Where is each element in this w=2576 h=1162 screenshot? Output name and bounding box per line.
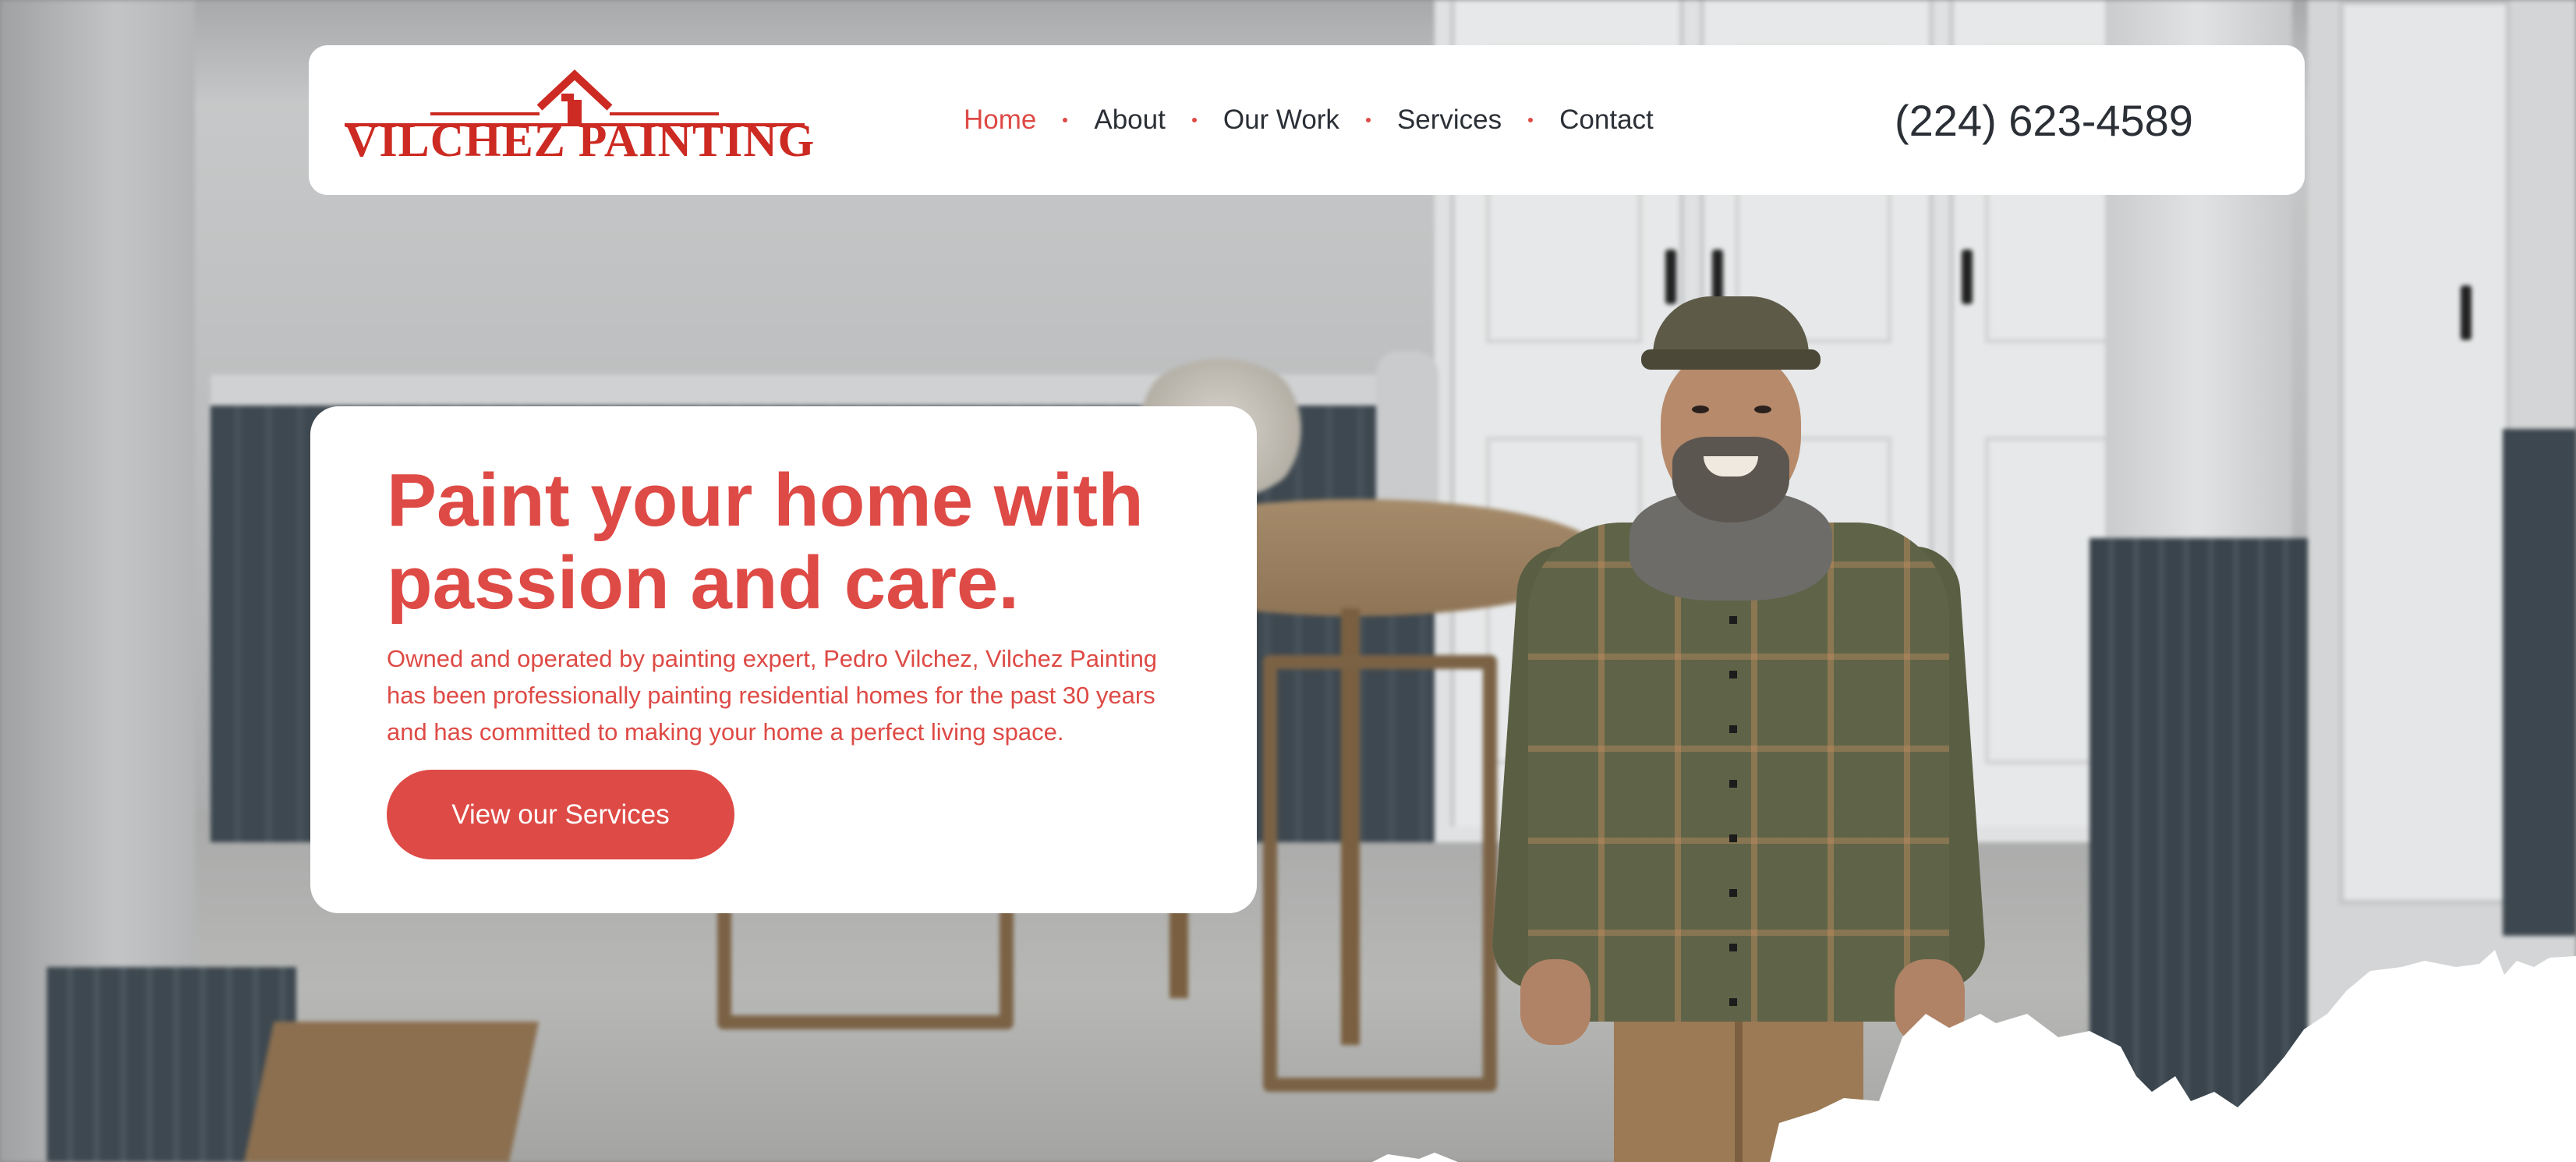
hero-title: Paint your home with passion and care. — [387, 459, 1144, 625]
site-header: VILCHEZ PAINTING Home About Our Work Ser… — [309, 45, 2305, 195]
dot-icon — [1063, 118, 1068, 122]
painter-photo — [1489, 289, 1988, 1162]
hero-description: Owned and operated by painting expert, P… — [387, 645, 1158, 746]
chair — [1263, 655, 1497, 1092]
nav-home[interactable]: Home — [964, 105, 1036, 136]
beard — [1672, 437, 1789, 523]
logo[interactable]: VILCHEZ PAINTING — [345, 69, 816, 170]
door — [2339, 0, 2511, 905]
hand — [1895, 959, 1965, 1045]
phone-number-link[interactable]: (224) 623-4589 — [1895, 45, 2193, 195]
eye — [1692, 406, 1709, 413]
dot-icon — [1528, 118, 1534, 122]
logo-text: VILCHEZ PAINTING — [345, 115, 816, 166]
dot-icon — [1191, 118, 1197, 122]
nav-our-work[interactable]: Our Work — [1223, 105, 1339, 136]
nav-services[interactable]: Services — [1397, 105, 1502, 136]
wainscot-panel — [2503, 429, 2576, 936]
shirt-buttons — [1729, 616, 1737, 1022]
eye — [1754, 406, 1771, 413]
pillar-base — [2089, 538, 2308, 1162]
floor-mat — [240, 1022, 540, 1162]
main-nav: Home About Our Work Services Contact — [964, 45, 1654, 195]
door-handle — [2461, 285, 2472, 340]
hero-card: Paint your home with passion and care. O… — [310, 406, 1257, 913]
dot-icon — [1365, 118, 1371, 122]
hand — [1520, 959, 1591, 1045]
water-bottle — [1376, 351, 1438, 507]
cap-brim — [1641, 349, 1821, 370]
nav-contact[interactable]: Contact — [1559, 105, 1654, 136]
nav-about[interactable]: About — [1094, 105, 1165, 136]
view-services-button[interactable]: View our Services — [387, 770, 734, 859]
